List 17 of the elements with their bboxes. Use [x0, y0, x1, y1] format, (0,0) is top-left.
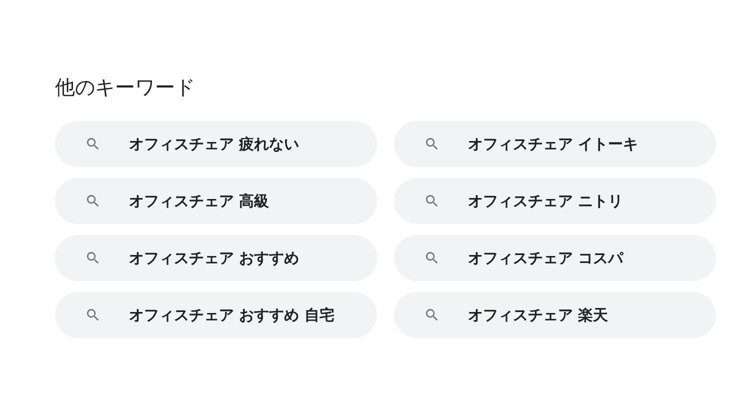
suggestion-chip[interactable]: オフィスチェア 楽天: [394, 292, 716, 338]
suggestion-chip[interactable]: オフィスチェア コスパ: [394, 235, 716, 281]
suggestion-chip[interactable]: オフィスチェア イトーキ: [394, 121, 716, 167]
search-icon: [85, 307, 101, 323]
search-icon: [85, 250, 101, 266]
search-icon: [424, 136, 440, 152]
suggestion-chip[interactable]: オフィスチェア おすすめ: [55, 235, 377, 281]
suggestion-chip[interactable]: オフィスチェア 疲れない: [55, 121, 377, 167]
search-icon: [424, 193, 440, 209]
suggestion-chip[interactable]: オフィスチェア 高級: [55, 178, 377, 224]
search-icon: [85, 193, 101, 209]
suggestion-chip[interactable]: オフィスチェア おすすめ 自宅: [55, 292, 377, 338]
suggestion-chip[interactable]: オフィスチェア ニトリ: [394, 178, 716, 224]
search-icon: [424, 307, 440, 323]
search-icon: [424, 250, 440, 266]
search-icon: [85, 136, 101, 152]
section-heading: 他のキーワード: [55, 74, 195, 100]
